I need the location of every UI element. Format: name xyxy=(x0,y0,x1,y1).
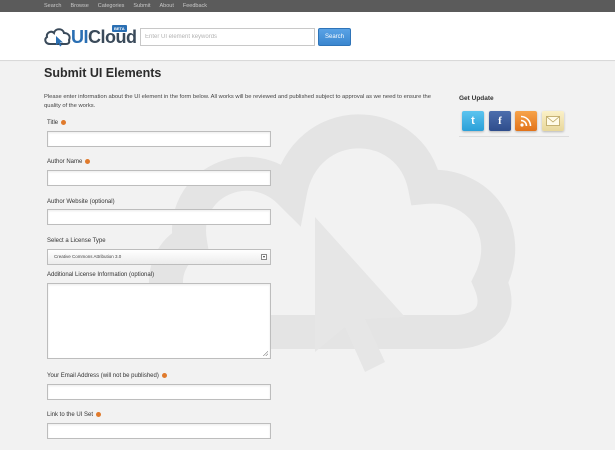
nav-item-categories[interactable]: Categories xyxy=(98,3,125,9)
top-nav: Search Browse Categories Submit About Fe… xyxy=(0,0,615,12)
mail-icon[interactable] xyxy=(542,111,564,131)
license-select-value: Creative Commons Attribution 3.0 xyxy=(54,254,122,259)
nav-item-submit[interactable]: Submit xyxy=(133,3,150,9)
intro-text: Please enter information about the UI el… xyxy=(44,94,432,109)
facebook-icon[interactable]: f xyxy=(489,111,511,131)
link-label: Link to the UI Set xyxy=(47,412,102,419)
title-label-text: Title xyxy=(47,120,59,127)
beta-badge: BETA xyxy=(112,25,127,32)
dropdown-arrow-icon xyxy=(261,254,267,260)
required-icon xyxy=(96,412,102,417)
resize-grip-icon[interactable] xyxy=(263,351,268,356)
email-field[interactable] xyxy=(47,384,271,400)
email-label-text: Your Email Address (will not be publishe… xyxy=(47,373,159,380)
required-icon xyxy=(61,120,67,125)
license-label: Select a License Type xyxy=(47,238,106,244)
author-field[interactable] xyxy=(47,170,271,186)
header: UICloud BETA Search xyxy=(0,12,615,61)
main-content: Submit UI Elements Please enter informat… xyxy=(0,62,615,450)
required-icon xyxy=(85,159,91,164)
search-button[interactable]: Search xyxy=(318,28,351,46)
rss-icon[interactable] xyxy=(515,111,537,131)
logo-text: UICloud xyxy=(71,27,137,48)
license-info-textarea[interactable] xyxy=(47,283,271,359)
nav-item-browse[interactable]: Browse xyxy=(70,3,88,9)
website-field[interactable] xyxy=(47,209,271,225)
author-label-text: Author Name xyxy=(47,159,83,166)
cloud-logo-icon xyxy=(44,28,71,47)
website-label: Author Website (optional) xyxy=(47,199,115,205)
logo-ui-text: UI xyxy=(71,27,89,47)
envelope-glyph-icon xyxy=(546,116,560,126)
twitter-icon[interactable]: t xyxy=(462,111,484,131)
required-icon xyxy=(161,373,167,378)
license-select[interactable]: Creative Commons Attribution 3.0 xyxy=(47,249,271,265)
nav-item-feedback[interactable]: Feedback xyxy=(183,3,207,9)
title-field[interactable] xyxy=(47,131,271,147)
search-input[interactable] xyxy=(140,28,315,46)
logo[interactable]: UICloud BETA xyxy=(43,25,137,49)
link-label-text: Link to the UI Set xyxy=(47,412,94,419)
license-info-label: Additional License Information (optional… xyxy=(47,272,155,278)
nav-item-search[interactable]: Search xyxy=(44,3,61,9)
link-field[interactable] xyxy=(47,423,271,439)
rss-glyph-icon xyxy=(520,115,532,127)
page-title: Submit UI Elements xyxy=(44,66,162,80)
sidebar-divider xyxy=(459,136,569,137)
nav-item-about[interactable]: About xyxy=(160,3,174,9)
get-update-title: Get Update xyxy=(459,95,494,102)
author-label: Author Name xyxy=(47,159,91,166)
email-label: Your Email Address (will not be publishe… xyxy=(47,373,167,379)
title-label: Title xyxy=(47,120,67,127)
